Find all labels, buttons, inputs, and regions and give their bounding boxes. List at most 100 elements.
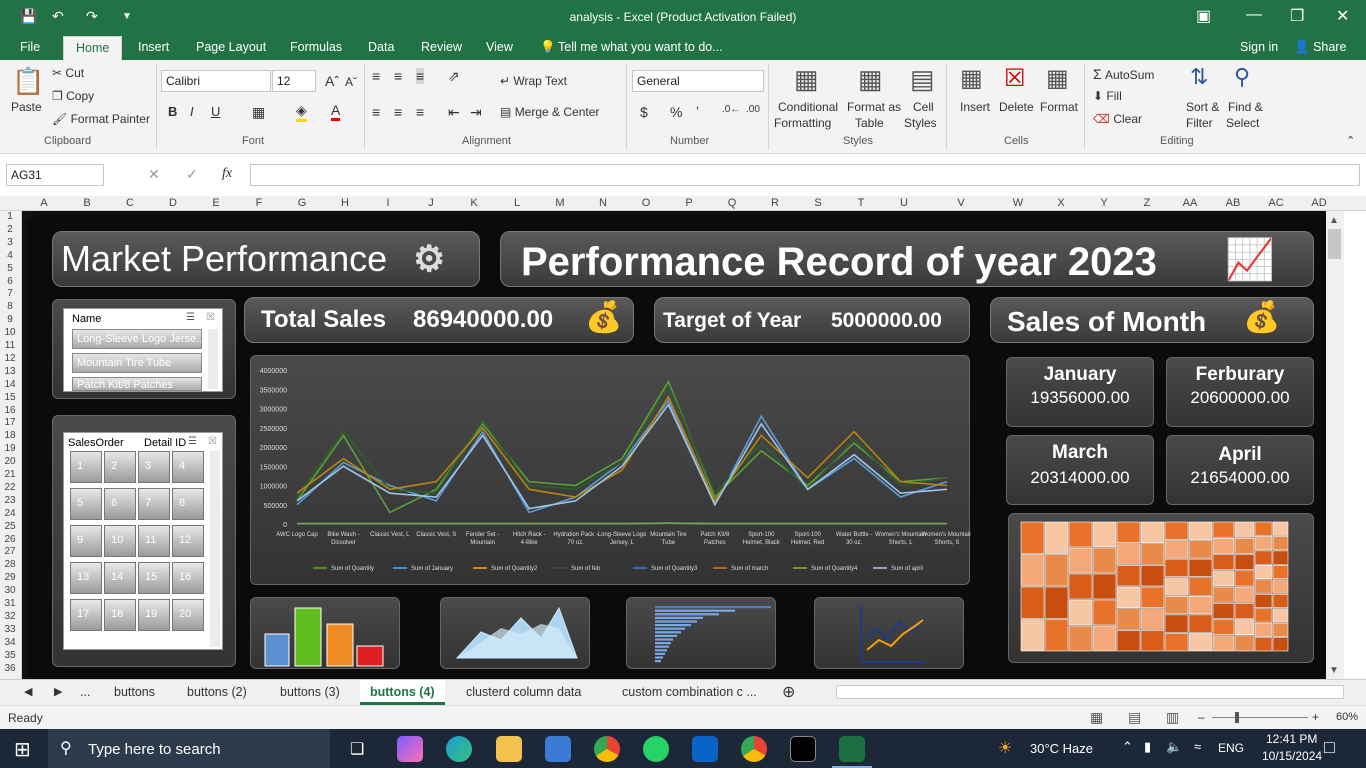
column-header[interactable]: U: [889, 197, 919, 209]
copy-button[interactable]: ❐ Copy: [52, 89, 94, 103]
scroll-down-icon[interactable]: ▼: [1329, 665, 1339, 676]
page-break-view-icon[interactable]: ▥: [1166, 709, 1179, 726]
row-header[interactable]: 12: [0, 353, 20, 364]
row-header[interactable]: 27: [0, 546, 20, 557]
font-color-icon[interactable]: A: [331, 102, 341, 121]
conditional-formatting-button[interactable]: Conditional: [778, 100, 838, 114]
multi-select-icon[interactable]: ☰: [186, 312, 195, 323]
row-header[interactable]: 15: [0, 392, 20, 403]
restore-icon[interactable]: ❐: [1290, 6, 1304, 26]
clock-time[interactable]: 12:41 PM: [1266, 732, 1317, 746]
number-format-dropdown[interactable]: General: [632, 70, 764, 92]
font-name-dropdown[interactable]: Calibri: [161, 70, 271, 92]
column-header[interactable]: AA: [1175, 197, 1205, 209]
row-header[interactable]: 34: [0, 637, 20, 648]
task-view-icon[interactable]: ❏: [350, 739, 364, 759]
column-header[interactable]: G: [287, 197, 317, 209]
clear-filter-icon[interactable]: ☒: [208, 436, 217, 447]
next-sheet-icon[interactable]: ▶: [54, 685, 62, 698]
zoom-level[interactable]: 60%: [1336, 711, 1358, 723]
area-chart-button[interactable]: [440, 597, 590, 669]
row-header[interactable]: 18: [0, 430, 20, 441]
sheet-tab-clusterd-column-data[interactable]: clusterd column data: [466, 685, 581, 699]
merge-center-button[interactable]: ▤ Merge & Center: [500, 105, 599, 119]
tab-formulas[interactable]: Formulas: [290, 40, 342, 54]
column-header[interactable]: N: [588, 197, 618, 209]
wrap-text-button[interactable]: ↵ Wrap Text: [500, 74, 567, 88]
find-icon[interactable]: ⚲: [1234, 64, 1250, 90]
increase-indent-icon[interactable]: ⇥: [470, 104, 482, 121]
slicer-item[interactable]: 7: [138, 488, 170, 520]
bar-chart-button[interactable]: [626, 597, 776, 669]
column-chart-button[interactable]: [250, 597, 400, 669]
collapse-ribbon-icon[interactable]: ⌃: [1346, 134, 1355, 147]
format-cells-icon[interactable]: ▦: [1046, 64, 1069, 93]
row-header[interactable]: 33: [0, 624, 20, 635]
row-header[interactable]: 6: [0, 276, 20, 287]
slicer-item[interactable]: 10: [104, 525, 136, 557]
slicer-item[interactable]: 19: [138, 599, 170, 631]
slicer-item[interactable]: 17: [70, 599, 102, 631]
row-header[interactable]: 4: [0, 250, 20, 261]
row-header[interactable]: 25: [0, 521, 20, 532]
currency-icon[interactable]: $: [640, 104, 648, 120]
align-right-icon[interactable]: ≡: [416, 104, 424, 120]
store-icon[interactable]: [545, 736, 571, 762]
row-header[interactable]: 36: [0, 663, 20, 674]
excel-icon[interactable]: [839, 736, 865, 762]
row-header[interactable]: 32: [0, 611, 20, 622]
vertical-scrollbar[interactable]: ▲ ▼: [1326, 211, 1344, 679]
format-painter-button[interactable]: 🖌 Format Painter: [52, 112, 150, 126]
slicer-item[interactable]: 8: [172, 488, 204, 520]
zoom-out-icon[interactable]: –: [1198, 710, 1205, 724]
insert-cells-icon[interactable]: ▦: [960, 64, 983, 93]
normal-view-icon[interactable]: ▦: [1090, 709, 1103, 726]
slicer-item[interactable]: 14: [104, 562, 136, 594]
slicer-item[interactable]: Long-Sleeve Logo Jerse...: [72, 329, 202, 349]
decrease-decimal-icon[interactable]: .00: [746, 104, 760, 115]
borders-icon[interactable]: ▦: [252, 104, 265, 121]
slicer-item[interactable]: 13: [70, 562, 102, 594]
bottom-align-icon[interactable]: ≡: [416, 68, 425, 84]
row-header[interactable]: 22: [0, 482, 20, 493]
battery-icon[interactable]: ▮: [1144, 739, 1151, 755]
sign-in-link[interactable]: Sign in: [1240, 40, 1278, 54]
slicer-item[interactable]: 20: [172, 599, 204, 631]
column-header[interactable]: A: [29, 197, 59, 209]
chrome-profile-icon[interactable]: [741, 736, 767, 762]
format-as-table-button[interactable]: Format as: [847, 100, 901, 114]
column-header[interactable]: V: [946, 197, 976, 209]
row-header[interactable]: 3: [0, 237, 20, 248]
slicer-item[interactable]: 16: [172, 562, 204, 594]
slicer-item[interactable]: 11: [138, 525, 170, 557]
formula-input[interactable]: [250, 164, 1360, 186]
column-header[interactable]: J: [416, 197, 446, 209]
windows-start-icon[interactable]: ⊞: [14, 737, 31, 762]
column-header[interactable]: R: [760, 197, 790, 209]
close-icon[interactable]: ✕: [1336, 6, 1349, 26]
row-header[interactable]: 13: [0, 366, 20, 377]
column-header[interactable]: D: [158, 197, 188, 209]
cell-styles-button[interactable]: Cell: [913, 100, 934, 114]
name-slicer[interactable]: Name ☰ ☒ Long-Sleeve Logo Jerse... Mount…: [63, 308, 223, 392]
row-header[interactable]: 8: [0, 301, 20, 312]
outlook-icon[interactable]: [692, 736, 718, 762]
column-header[interactable]: L: [502, 197, 532, 209]
cell-styles-icon[interactable]: ▤: [910, 64, 935, 95]
row-header[interactable]: 31: [0, 598, 20, 609]
slicer-item[interactable]: Patch Kit/8 Patches: [72, 377, 202, 391]
row-header[interactable]: 17: [0, 417, 20, 428]
row-header[interactable]: 19: [0, 443, 20, 454]
paste-button[interactable]: Paste: [11, 100, 42, 114]
zoom-in-icon[interactable]: +: [1312, 710, 1319, 724]
format-cells-button[interactable]: Format: [1040, 100, 1078, 114]
slicer-item[interactable]: 4: [172, 451, 204, 483]
confirm-entry-icon[interactable]: ✓: [186, 166, 198, 183]
orientation-icon[interactable]: ⇗: [448, 68, 460, 85]
italic-icon[interactable]: I: [190, 104, 194, 119]
scroll-up-icon[interactable]: ▲: [1329, 215, 1339, 226]
align-left-icon[interactable]: ≡: [372, 104, 380, 120]
cut-button[interactable]: ✂ Cut: [52, 66, 84, 80]
wifi-icon[interactable]: ≈: [1194, 739, 1201, 754]
slicer-item[interactable]: 6: [104, 488, 136, 520]
